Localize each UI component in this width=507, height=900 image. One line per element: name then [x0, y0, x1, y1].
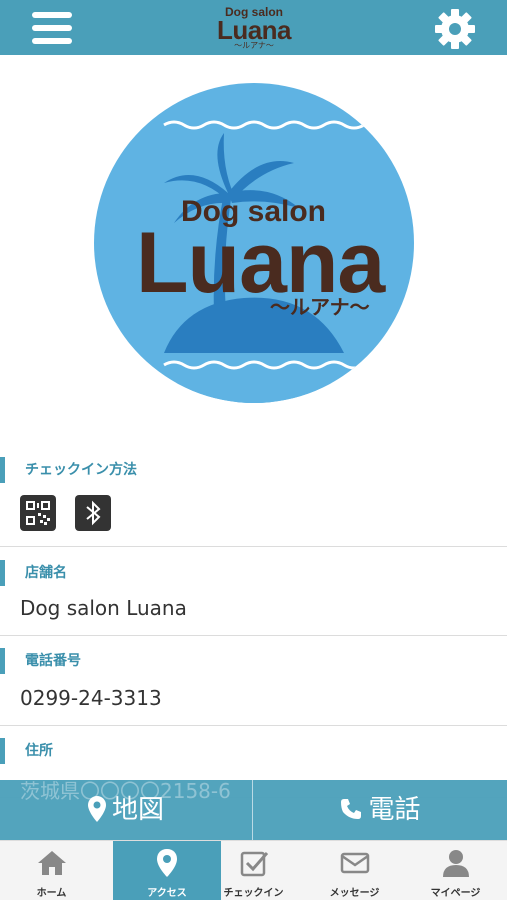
map-pin-icon — [157, 849, 177, 877]
store-logo-area: Dog salon Luana 〜ルアナ〜 — [0, 55, 507, 455]
checkin-section: チェックイン方法 — [0, 457, 507, 547]
store-name-section: 店舗名 Dog salon Luana — [0, 560, 507, 636]
bottom-nav: ホーム アクセス チェックイン メッセージ マイページ — [0, 840, 507, 900]
nav-mypage[interactable]: マイページ — [405, 841, 506, 900]
map-pin-icon — [87, 795, 106, 822]
header-logo-big: Luana — [216, 15, 292, 45]
map-button[interactable]: 地図 — [0, 780, 253, 840]
phone-label: 電話番号 — [0, 648, 81, 674]
nav-message-label: メッセージ — [329, 888, 380, 899]
address-label: 住所 — [0, 738, 53, 764]
nav-home-label: ホーム — [36, 888, 67, 899]
phone-button-label: 電話 — [368, 795, 421, 825]
nav-message[interactable]: メッセージ — [304, 841, 405, 900]
store-name-value: Dog salon Luana — [20, 596, 187, 620]
map-button-label: 地図 — [111, 795, 164, 825]
nav-home[interactable]: ホーム — [1, 841, 102, 900]
checkin-icon — [240, 851, 269, 877]
checkin-label: チェックイン方法 — [0, 457, 137, 483]
phone-call-button[interactable]: 電話 — [254, 780, 507, 840]
nav-checkin-label: チェックイン — [223, 888, 284, 899]
store-name-label: 店舗名 — [0, 560, 67, 586]
user-icon — [443, 850, 469, 877]
bluetooth-icon — [75, 495, 111, 531]
qr-code-icon — [20, 495, 56, 531]
phone-section: 電話番号 0299-24-3313 — [0, 648, 507, 726]
phone-icon — [341, 798, 362, 819]
nav-checkin[interactable]: チェックイン — [203, 841, 304, 900]
action-bar: 茨城県〇〇〇〇2158-6 地図 電話 — [0, 780, 507, 840]
header-logo[interactable]: Dog salon Luana 〜ルアナ〜 — [204, 4, 304, 52]
phone-value: 0299-24-3313 — [20, 686, 162, 710]
app-header: Dog salon Luana 〜ルアナ〜 — [0, 0, 507, 55]
mail-icon — [340, 852, 370, 874]
nav-mypage-label: マイページ — [430, 888, 481, 899]
gear-icon[interactable] — [432, 6, 478, 52]
logo-text-kana: 〜ルアナ〜 — [270, 295, 370, 319]
home-icon — [38, 851, 66, 875]
menu-icon[interactable] — [28, 9, 76, 47]
